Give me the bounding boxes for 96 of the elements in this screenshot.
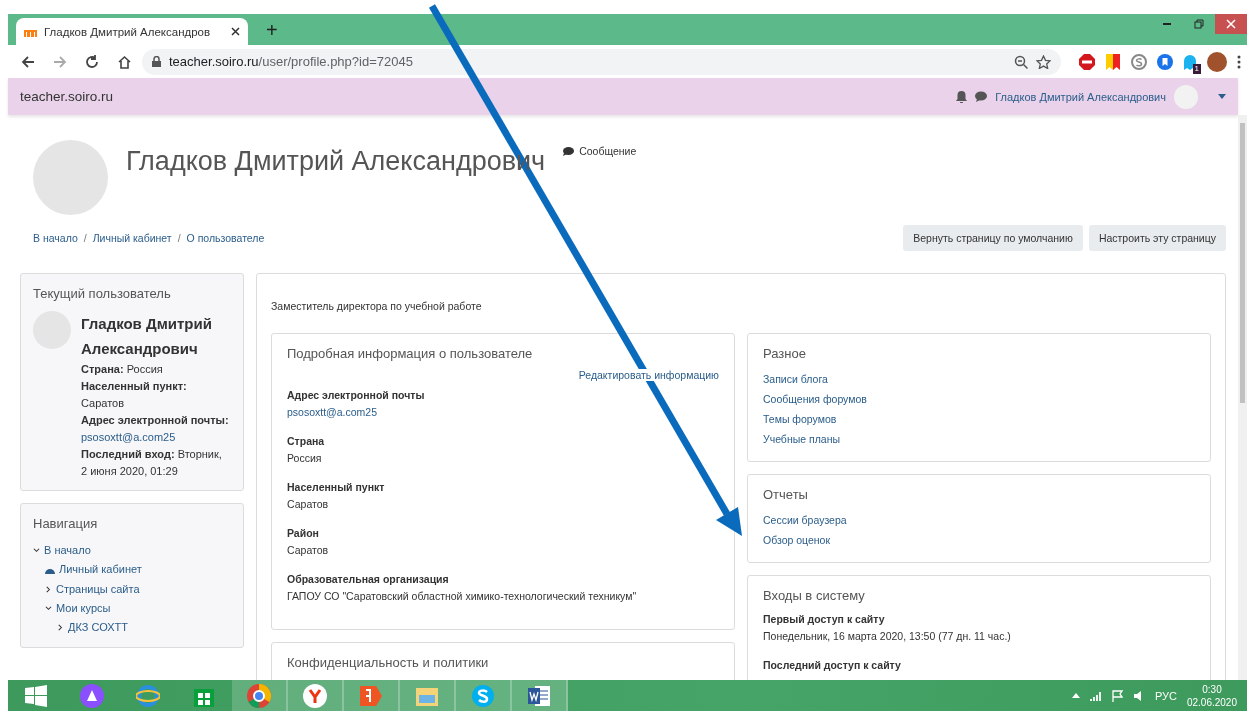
field-value: Саратов bbox=[287, 543, 330, 558]
nav-tree-item[interactable]: ДКЗ СОХТТ bbox=[57, 617, 128, 637]
field-value: Россия bbox=[287, 451, 323, 466]
flag-icon[interactable] bbox=[1111, 689, 1123, 702]
chrome-ball-icon bbox=[247, 683, 271, 708]
field-label: Населенный пункт bbox=[287, 480, 386, 495]
signal-bars-icon[interactable] bbox=[1089, 690, 1102, 701]
email-link[interactable]: psosoxtt@a.com25 bbox=[81, 431, 176, 443]
card-title: Входы в систему bbox=[763, 588, 866, 603]
taskbar-app-button[interactable] bbox=[288, 680, 344, 711]
field-value: Понедельник, 16 марта 2020, 13:50 (77 дн. 11 час.) bbox=[763, 629, 1012, 644]
ghost-extension-button[interactable]: 1 bbox=[1183, 53, 1197, 70]
scrollbar-thumb[interactable] bbox=[1240, 123, 1245, 403]
profile-avatar[interactable] bbox=[1207, 51, 1227, 72]
browser-tab[interactable]: Гладков Дмитрий Александров bbox=[16, 18, 248, 45]
breadcrumb-separator: / bbox=[83, 232, 87, 244]
close-icon[interactable] bbox=[231, 27, 240, 36]
close-icon bbox=[1226, 19, 1236, 29]
field-label: Образовательная организация bbox=[287, 572, 450, 587]
up-arrow-icon[interactable] bbox=[1071, 693, 1080, 698]
speech-bubble-icon[interactable] bbox=[975, 91, 988, 102]
chevron-right-icon bbox=[45, 585, 52, 593]
extension-badge: 1 bbox=[1192, 63, 1201, 74]
new-tab-button[interactable]: + bbox=[262, 19, 282, 42]
message-link[interactable]: Сообщение bbox=[563, 145, 637, 157]
chevron-down-icon bbox=[33, 547, 40, 554]
user-menu-link[interactable]: Гладков Дмитрий Александрович bbox=[995, 90, 1166, 103]
tab-title: Гладков Дмитрий Александров bbox=[44, 25, 212, 38]
field-label: Адрес электронной почты bbox=[287, 388, 426, 403]
nav-tree-item[interactable]: В начало bbox=[33, 541, 91, 560]
site-name[interactable]: teacher.soiro.ru bbox=[20, 89, 114, 104]
ghost-icon bbox=[1183, 53, 1197, 70]
zoom-out-icon[interactable] bbox=[1014, 54, 1028, 69]
user-avatar bbox=[1174, 84, 1198, 109]
field-value: ГАПОУ СО "Саратовский областной химико-технологический техникум" bbox=[287, 589, 638, 604]
block-title: Текущий пользователь bbox=[33, 286, 172, 301]
card-link[interactable]: Учебные планы bbox=[763, 429, 1195, 449]
taskbar-app-button[interactable] bbox=[232, 680, 288, 711]
bell-icon[interactable] bbox=[956, 90, 968, 103]
dropdown-caret-icon[interactable] bbox=[1218, 94, 1226, 99]
field-label: Первый доступ к сайту bbox=[763, 612, 886, 627]
breadcrumb-link[interactable]: В начало bbox=[33, 232, 78, 244]
field-label: Страна bbox=[287, 434, 326, 449]
card-link[interactable]: Обзор оценок bbox=[763, 530, 1195, 550]
home-icon bbox=[116, 54, 132, 69]
edit-link[interactable]: Редактировать информацию bbox=[578, 369, 719, 381]
letter-y-circle-icon bbox=[303, 683, 327, 708]
menu-dots-icon[interactable] bbox=[1237, 54, 1241, 69]
card-title: Конфиденциальность и политики bbox=[287, 655, 490, 670]
card-link[interactable]: Сообщения форумов bbox=[763, 389, 1195, 409]
bookmark-ribbon-icon[interactable] bbox=[1105, 53, 1121, 70]
minimize-icon bbox=[1163, 23, 1171, 25]
restore-icon bbox=[1194, 19, 1204, 29]
chevron-down-icon bbox=[45, 604, 52, 612]
card-title: Подробная информация о пользователе bbox=[287, 346, 534, 361]
card-link[interactable]: Сессии браузера bbox=[763, 510, 1195, 530]
card-link[interactable]: Записи блога bbox=[763, 369, 1195, 389]
nav-tree-item[interactable]: Личный кабинет bbox=[45, 560, 142, 579]
card-link[interactable]: Темы форумов bbox=[763, 409, 1195, 429]
field-value: Саратов bbox=[287, 497, 330, 512]
card-title: Разное bbox=[763, 346, 807, 361]
page-button[interactable]: Настроить эту страницу bbox=[1088, 225, 1226, 251]
breadcrumb-link[interactable]: Личный кабинет bbox=[92, 232, 172, 244]
lock-icon bbox=[152, 56, 161, 67]
address-bar[interactable]: teacher.soiro.ru/user/profile.php?id=72045 bbox=[142, 48, 1061, 75]
word-document-icon bbox=[527, 683, 551, 708]
position-text: Заместитель директора по учебной работе bbox=[271, 300, 483, 312]
nav-tree-item[interactable]: Мои курсы bbox=[45, 598, 111, 618]
reload-icon bbox=[85, 54, 99, 69]
user-field: Населенный пункт: Саратов bbox=[81, 378, 231, 412]
skype-icon[interactable] bbox=[1131, 53, 1147, 70]
taskbar-app-button[interactable] bbox=[344, 680, 400, 711]
page-button[interactable]: Вернуть страницу по умолчанию bbox=[903, 225, 1083, 251]
speech-bubble-icon bbox=[563, 146, 575, 156]
nav-tree-item[interactable]: Страницы сайта bbox=[45, 579, 140, 599]
forward-arrow-icon bbox=[53, 54, 67, 69]
abp-stop-sign-icon[interactable] bbox=[1079, 53, 1095, 70]
card-title: Отчеты bbox=[763, 487, 809, 502]
breadcrumb-link[interactable]: О пользователе bbox=[186, 232, 265, 244]
user-field: Страна: Россия bbox=[81, 361, 231, 378]
star-icon[interactable] bbox=[1036, 54, 1051, 69]
close-window-button[interactable] bbox=[1215, 14, 1247, 34]
field-label: Последний доступ к сайту bbox=[763, 658, 902, 673]
back-arrow-icon bbox=[21, 54, 35, 69]
taskbar-app-button[interactable] bbox=[512, 680, 568, 711]
user-field: Адрес электронной почты: psosoxtt@a.com25 bbox=[81, 412, 231, 446]
email-link[interactable]: psosoxtt@a.com25 bbox=[287, 404, 719, 421]
block-title: Навигация bbox=[33, 516, 99, 531]
user-field: Последний вход: Вторник, 2 июня 2020, 01:29 bbox=[81, 446, 231, 480]
user-name: Гладков Дмитрий Александрович bbox=[81, 314, 213, 359]
bookmark-circle-icon[interactable] bbox=[1157, 53, 1173, 70]
skype-icon bbox=[471, 683, 495, 708]
field-label: Район bbox=[287, 526, 320, 541]
breadcrumb-separator: / bbox=[177, 232, 181, 244]
windows-logo-icon bbox=[25, 684, 47, 707]
chevron-right-icon bbox=[57, 623, 64, 631]
